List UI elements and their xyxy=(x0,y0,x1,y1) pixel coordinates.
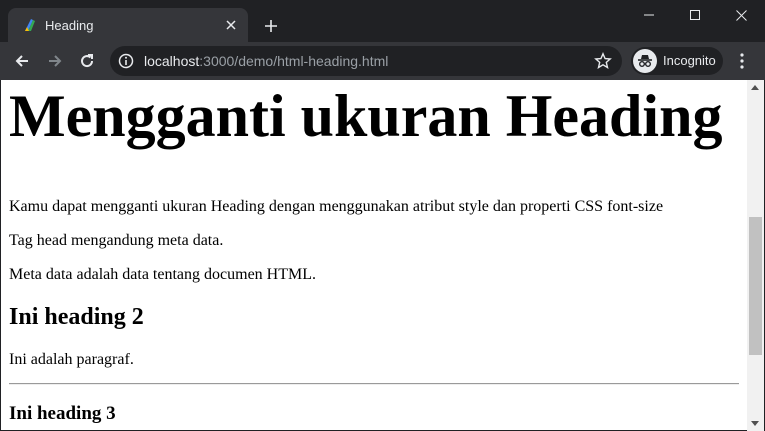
url-text: localhost:3000/demo/html-heading.html xyxy=(144,53,388,69)
scrollbar-thumb[interactable] xyxy=(749,217,762,355)
reload-button[interactable] xyxy=(73,47,101,75)
incognito-icon xyxy=(633,49,657,73)
tab-heading[interactable]: Heading xyxy=(8,8,248,42)
bookmark-star-icon[interactable] xyxy=(594,52,612,70)
paragraph-3: Meta data adalah data tentang documen HT… xyxy=(9,266,316,283)
tab-title: Heading xyxy=(45,18,94,33)
paragraph-1: Kamu dapat mengganti ukuran Heading deng… xyxy=(9,198,664,215)
horizontal-rule xyxy=(9,383,739,385)
page-viewport: Mengganti ukuran Heading Kamu dapat meng… xyxy=(1,80,747,430)
browser-toolbar: localhost:3000/demo/html-heading.html In… xyxy=(0,42,765,80)
url-path: :3000/demo/html-heading.html xyxy=(199,53,389,69)
more-menu-icon[interactable] xyxy=(732,47,752,75)
scroll-up-arrow-icon[interactable] xyxy=(751,85,759,90)
vertical-scrollbar[interactable] xyxy=(747,80,764,431)
paragraph-2: Tag head mengandung meta data. xyxy=(9,232,224,249)
tab-strip: Heading xyxy=(0,0,765,42)
page-heading-3: Ini heading 3 xyxy=(9,403,116,424)
incognito-button[interactable]: Incognito xyxy=(631,47,723,75)
new-tab-button[interactable] xyxy=(260,15,282,37)
page-heading-2: Ini heading 2 xyxy=(9,304,144,330)
back-button[interactable] xyxy=(8,47,36,75)
forward-button[interactable] xyxy=(41,47,69,75)
paragraph-4: Ini adalah paragraf. xyxy=(9,351,134,368)
address-bar[interactable]: localhost:3000/demo/html-heading.html xyxy=(110,46,622,76)
maximize-button[interactable] xyxy=(672,0,718,30)
app-favicon-icon xyxy=(22,17,38,33)
close-window-button[interactable] xyxy=(718,0,764,30)
page-heading-1: Mengganti ukuran Heading xyxy=(9,83,723,149)
close-tab-icon[interactable] xyxy=(222,16,240,34)
url-host: localhost xyxy=(144,53,200,69)
minimize-button[interactable] xyxy=(626,0,672,30)
info-icon[interactable] xyxy=(118,53,134,69)
incognito-label: Incognito xyxy=(663,53,716,68)
scroll-down-arrow-icon[interactable] xyxy=(751,421,759,426)
